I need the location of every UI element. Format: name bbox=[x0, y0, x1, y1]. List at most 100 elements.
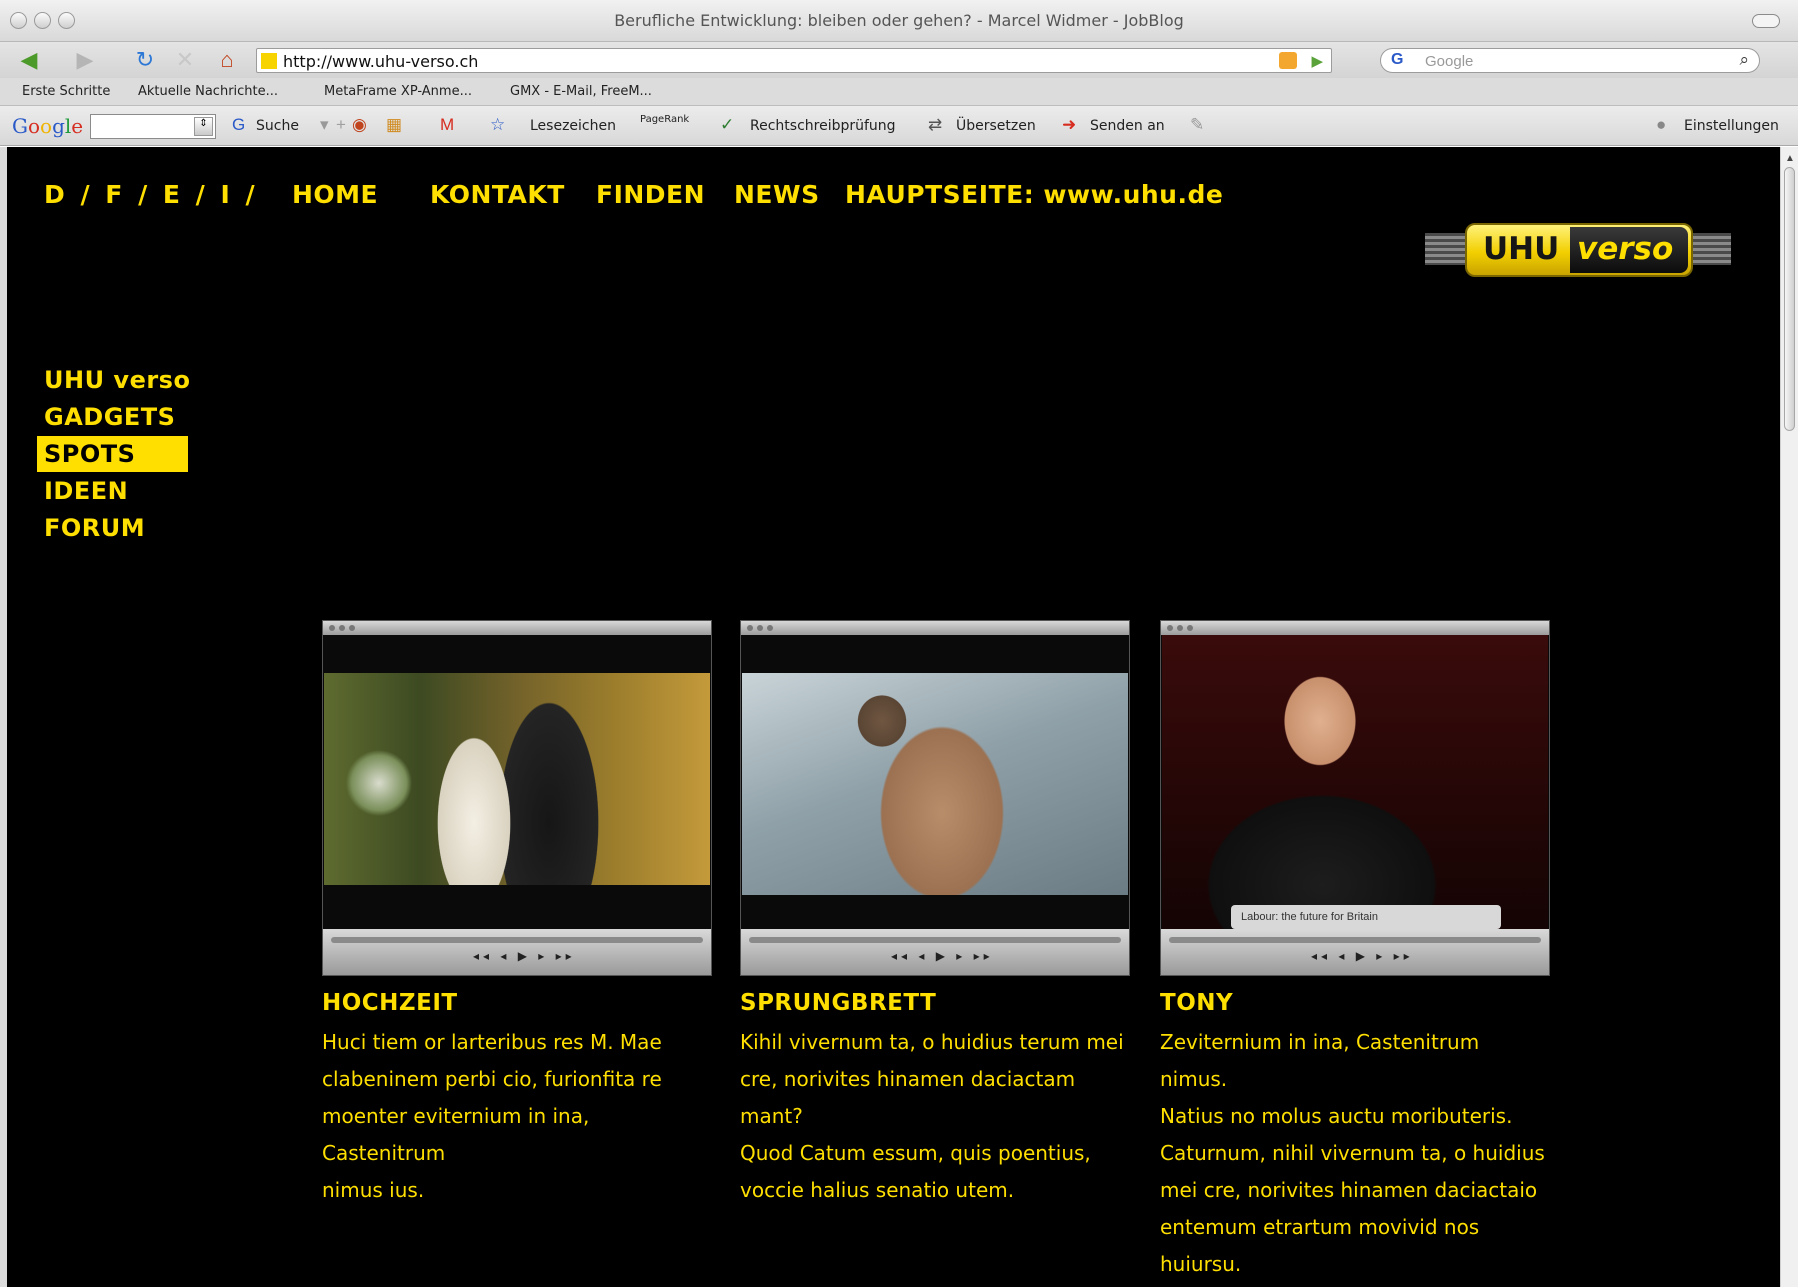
logo-verso-text: verso bbox=[1577, 231, 1674, 267]
description-line: nimus ius. bbox=[322, 1178, 425, 1202]
rss-feed-icon[interactable] bbox=[1279, 52, 1297, 69]
spot-description: Zeviternium in ina, Castenitrum nimus. N… bbox=[1160, 1024, 1550, 1283]
nav-kontakt-link[interactable]: KONTAKT bbox=[430, 180, 565, 209]
nav-home-link[interactable]: HOME bbox=[292, 180, 378, 209]
player-titlebar bbox=[323, 621, 711, 635]
bookmark-item[interactable]: GMX - E-Mail, FreeM... bbox=[510, 84, 652, 99]
description-line: Zeviternium in ina, Castenitrum nimus. bbox=[1160, 1030, 1480, 1091]
reload-icon[interactable]: ↻ bbox=[130, 48, 160, 72]
send-icon[interactable]: ➜ bbox=[1062, 115, 1076, 135]
site-favicon-icon bbox=[261, 53, 277, 69]
spot-title[interactable]: HOCHZEIT bbox=[322, 990, 712, 1016]
plus-icon[interactable]: + bbox=[336, 115, 346, 135]
google-toolbar-search-input[interactable]: ⇕ bbox=[90, 114, 216, 139]
description-line: cre, norivites hinamen daciactam mant? bbox=[740, 1067, 1076, 1128]
playback-buttons-icon[interactable]: ◂◂ ◂ ▶ ▸ ▸▸ bbox=[891, 949, 994, 963]
translate-button[interactable]: Übersetzen bbox=[956, 118, 1036, 134]
spot-description: Kihil vivernum ta, o huidius terum mei c… bbox=[740, 1024, 1130, 1209]
sidebar-item-ideen[interactable]: IDEEN bbox=[44, 477, 128, 505]
lectern-caption: Labour: the future for Britain bbox=[1231, 905, 1501, 929]
seek-bar[interactable] bbox=[749, 937, 1121, 943]
bookmarks-bar: Erste Schritte Aktuelle Nachrichte... Me… bbox=[0, 78, 1798, 106]
search-placeholder: Google bbox=[1425, 53, 1474, 70]
highlighter-icon[interactable]: ✎ bbox=[1190, 115, 1204, 135]
spot-title[interactable]: TONY bbox=[1160, 990, 1550, 1016]
settings-icon[interactable]: ● bbox=[1656, 115, 1666, 135]
description-line: entemum etrartum movivid nos huiursu. bbox=[1160, 1215, 1480, 1276]
settings-button[interactable]: Einstellungen bbox=[1684, 118, 1779, 134]
description-line: Quod Catum essum, quis poentius, bbox=[740, 1141, 1091, 1165]
description-line: Natius no molus auctu moributeris. bbox=[1160, 1104, 1513, 1128]
home-icon[interactable]: ⌂ bbox=[212, 48, 242, 72]
video-frame-wedding[interactable] bbox=[324, 673, 710, 885]
seek-bar[interactable] bbox=[331, 937, 703, 943]
player-controls: ◂◂ ◂ ▶ ▸ ▸▸ bbox=[323, 929, 711, 975]
forward-arrow-icon[interactable]: ▶ bbox=[70, 48, 100, 72]
playback-buttons-icon[interactable]: ◂◂ ◂ ▶ ▸ ▸▸ bbox=[473, 949, 576, 963]
description-line: clabeninem perbi cio, furionfita re bbox=[322, 1067, 662, 1091]
sidebar-item-gadgets[interactable]: GADGETS bbox=[44, 403, 175, 431]
description-line: Caturnum, nihil vivernum ta, o huidius bbox=[1160, 1141, 1545, 1165]
google-search-button[interactable]: Suche bbox=[256, 118, 299, 134]
toolbar-toggle-button[interactable] bbox=[1752, 14, 1780, 28]
player-controls: ◂◂ ◂ ▶ ▸ ▸▸ bbox=[1161, 929, 1549, 975]
spot-card: ◂◂ ◂ ▶ ▸ ▸▸ HOCHZEIT Huci tiem or larter… bbox=[322, 620, 712, 1209]
video-player[interactable]: ◂◂ ◂ ▶ ▸ ▸▸ bbox=[322, 620, 712, 976]
autofill-icon[interactable]: ▦ bbox=[386, 115, 402, 135]
scroll-up-arrow-icon[interactable]: ▲ bbox=[1785, 153, 1795, 164]
back-arrow-icon[interactable]: ◀ bbox=[14, 48, 44, 72]
popup-blocker-icon[interactable]: ◉ bbox=[352, 115, 367, 135]
window-left-edge bbox=[0, 147, 7, 1287]
google-search-icon[interactable]: G bbox=[232, 115, 245, 135]
search-engine-icon[interactable]: G bbox=[1391, 51, 1403, 69]
video-player[interactable]: ◂◂ ◂ ▶ ▸ ▸▸ bbox=[740, 620, 1130, 976]
window-titlebar: Berufliche Entwicklung: bleiben oder geh… bbox=[0, 0, 1798, 42]
video-player[interactable]: Labour: the future for Britain ◂◂ ◂ ▶ ▸ … bbox=[1160, 620, 1550, 976]
nav-news-link[interactable]: NEWS bbox=[734, 180, 820, 209]
spot-card: Labour: the future for Britain ◂◂ ◂ ▶ ▸ … bbox=[1160, 620, 1550, 1283]
nav-hauptseite-link[interactable]: HAUPTSEITE: www.uhu.de bbox=[845, 180, 1223, 209]
player-titlebar bbox=[741, 621, 1129, 635]
google-logo[interactable]: Google bbox=[12, 114, 83, 138]
address-bar[interactable]: http://www.uhu-verso.ch ▶ bbox=[256, 48, 1332, 73]
bookmarks-menu[interactable]: Lesezeichen bbox=[530, 118, 616, 134]
video-frame-office[interactable] bbox=[742, 673, 1128, 895]
bookmark-item[interactable]: Aktuelle Nachrichte... bbox=[138, 84, 278, 99]
spot-title[interactable]: SPRUNGBRETT bbox=[740, 990, 1130, 1016]
sidebar-item-uhu-verso[interactable]: UHU verso bbox=[44, 366, 190, 394]
bookmark-item[interactable]: MetaFrame XP-Anme... bbox=[324, 84, 472, 99]
seek-bar[interactable] bbox=[1169, 937, 1541, 943]
vertical-scrollbar[interactable]: ▲ bbox=[1780, 147, 1798, 1287]
player-titlebar bbox=[1161, 621, 1549, 635]
spellcheck-icon[interactable]: ✓ bbox=[720, 115, 734, 135]
stop-icon[interactable]: ✕ bbox=[170, 48, 200, 72]
search-icon[interactable]: ⌕ bbox=[1739, 50, 1749, 70]
description-line: voccie halius senatio utem. bbox=[740, 1178, 1015, 1202]
uhu-verso-logo[interactable]: UHU verso bbox=[1425, 219, 1733, 283]
google-toolbar: Google ⇕ G Suche ▾ + ◉ ▦ M ☆ Lesezeichen… bbox=[0, 106, 1798, 146]
language-selector[interactable]: D / F / E / I / bbox=[44, 180, 255, 209]
send-button[interactable]: Senden an bbox=[1090, 118, 1165, 134]
address-url[interactable]: http://www.uhu-verso.ch bbox=[283, 52, 478, 71]
search-bar[interactable]: G Google ⌕ bbox=[1380, 48, 1760, 73]
pagerank-label: PageRank bbox=[640, 114, 690, 125]
sidebar-item-spots[interactable]: SPOTS bbox=[37, 436, 188, 472]
navigation-toolbar: ◀ ▶ ↻ ✕ ⌂ http://www.uhu-verso.ch ▶ G Go… bbox=[0, 42, 1798, 78]
sidebar-item-forum[interactable]: FORUM bbox=[44, 514, 145, 542]
description-line: Huci tiem or larteribus res M. Mae bbox=[322, 1030, 662, 1054]
scrollbar-thumb[interactable] bbox=[1784, 167, 1795, 431]
logo-uhu-text: UHU bbox=[1483, 231, 1560, 267]
bookmark-item[interactable]: Erste Schritte bbox=[22, 84, 110, 99]
star-icon[interactable]: ☆ bbox=[490, 115, 505, 135]
translate-icon[interactable]: ⇄ bbox=[928, 115, 942, 135]
go-arrow-icon[interactable]: ▶ bbox=[1311, 52, 1323, 70]
gmail-icon[interactable]: M bbox=[440, 115, 454, 135]
window-title: Berufliche Entwicklung: bleiben oder geh… bbox=[614, 11, 1184, 30]
video-frame-speech[interactable] bbox=[1162, 635, 1548, 931]
spot-description: Huci tiem or larteribus res M. Mae clabe… bbox=[322, 1024, 712, 1209]
search-stepper-icon[interactable]: ⇕ bbox=[194, 117, 213, 136]
dropdown-icon[interactable]: ▾ bbox=[320, 115, 329, 135]
spellcheck-button[interactable]: Rechtschreibprüfung bbox=[750, 118, 896, 134]
playback-buttons-icon[interactable]: ◂◂ ◂ ▶ ▸ ▸▸ bbox=[1311, 949, 1414, 963]
nav-finden-link[interactable]: FINDEN bbox=[596, 180, 705, 209]
